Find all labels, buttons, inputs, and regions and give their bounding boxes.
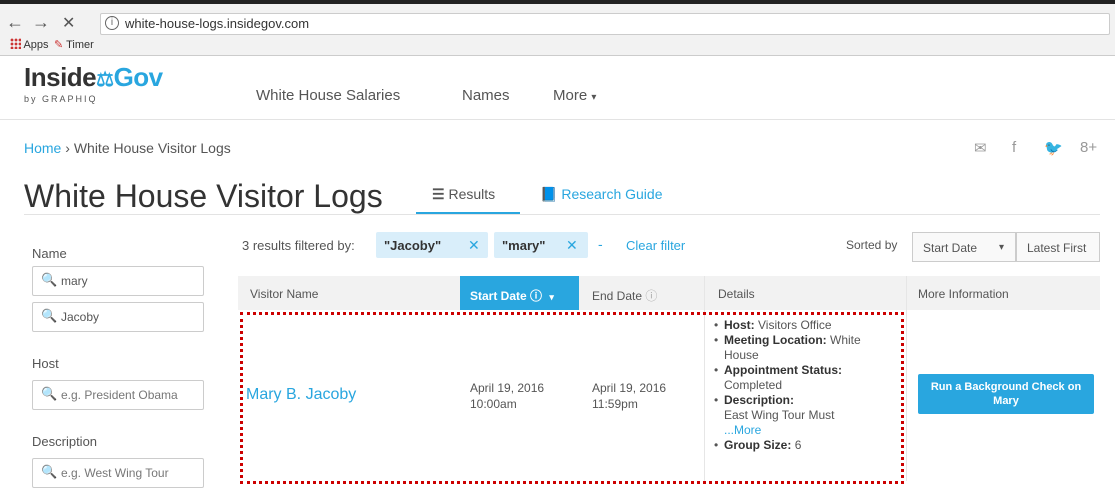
apps-grid-icon (10, 38, 21, 49)
nav-white-house-salaries[interactable]: White House Salaries (256, 87, 400, 104)
book-icon: 📘 (540, 186, 558, 202)
email-icon[interactable]: ✉ (974, 139, 987, 157)
list-icon: ☰ (432, 186, 445, 202)
scales-icon: ⚖ (96, 69, 114, 91)
search-icon: 🔍 (41, 308, 58, 323)
browser-toolbar: ← → ✕ i white-house-logs.insidegov.com (0, 4, 1115, 56)
google-plus-icon[interactable]: 8+ (1080, 139, 1097, 156)
breadcrumb: Home › White House Visitor Logs (24, 140, 231, 156)
details-cell: Host: Visitors Office Meeting Location: … (712, 318, 896, 453)
header-divider (24, 214, 1100, 215)
sort-order-button[interactable]: Latest First (1016, 232, 1100, 262)
host-filter-input[interactable]: 🔍 e.g. President Obama (32, 380, 204, 410)
name-filter-label: Name (32, 246, 67, 261)
detail-appointment-status: Appointment Status: (712, 363, 896, 378)
detail-meeting-location: Meeting Location: White (712, 333, 896, 348)
sort-field-dropdown[interactable]: Start Date ▾ (912, 232, 1016, 262)
remove-filter-icon[interactable]: ✕ (566, 237, 578, 254)
breadcrumb-home[interactable]: Home (24, 140, 61, 156)
url-text: white-house-logs.insidegov.com (125, 16, 310, 31)
detail-meeting-location-cont: House (724, 348, 759, 362)
page-title: White House Visitor Logs (24, 178, 383, 214)
tab-results[interactable]: ☰ Results (432, 186, 495, 203)
background-check-button[interactable]: Run a Background Check on Mary (918, 374, 1094, 414)
description-filter-label: Description (32, 434, 98, 449)
results-count: 3 results filtered by: (242, 238, 355, 253)
detail-more-link[interactable]: ...More (712, 423, 896, 438)
facebook-icon[interactable]: f (1012, 139, 1016, 156)
info-icon: ⓘ (530, 289, 543, 303)
address-bar[interactable]: i white-house-logs.insidegov.com (100, 13, 1110, 35)
detail-group-size: Group Size: 6 (712, 438, 896, 453)
filter-chip-mary[interactable]: "mary" ✕ (494, 232, 588, 258)
search-icon: 🔍 (41, 272, 58, 287)
info-icon[interactable]: i (105, 16, 119, 30)
stop-button[interactable]: ✕ (62, 13, 75, 33)
column-visitor-name[interactable]: Visitor Name (250, 287, 318, 301)
detail-description: Description: (712, 393, 896, 408)
forward-button[interactable]: → (32, 12, 50, 33)
column-more-information: More Information (918, 287, 1009, 301)
remove-filter-icon[interactable]: ✕ (468, 237, 480, 254)
bookmark-timer[interactable]: ✎ Timer (54, 38, 94, 51)
back-button[interactable]: ← (6, 12, 24, 33)
clear-filter-link[interactable]: Clear filter (626, 238, 685, 253)
dash-separator: - (598, 236, 603, 252)
visitor-name-link[interactable]: Mary B. Jacoby (246, 386, 356, 404)
logo-byline: by GRAPHIQ (24, 94, 98, 104)
search-icon: 🔍 (41, 386, 58, 401)
detail-appointment-status-value: Completed (724, 378, 783, 392)
site-logo[interactable]: Inside⚖Gov (24, 62, 163, 93)
sorted-by-label: Sorted by (846, 238, 898, 252)
filter-chip-jacoby[interactable]: "Jacoby" ✕ (376, 232, 488, 258)
twitter-icon[interactable]: 🐦 (1044, 139, 1063, 157)
column-details: Details (718, 287, 755, 301)
detail-host: Host: Visitors Office (712, 318, 896, 333)
name-filter-input-jacoby[interactable]: 🔍 Jacoby (32, 302, 204, 332)
caret-down-icon: ▾ (999, 242, 1005, 253)
description-filter-input[interactable]: 🔍 e.g. West Wing Tour (32, 458, 204, 488)
info-icon: ⓘ (645, 289, 658, 303)
detail-description-value: East Wing Tour Must (724, 408, 835, 422)
name-filter-input-mary[interactable]: 🔍 mary (32, 266, 204, 296)
search-icon: 🔍 (41, 464, 58, 479)
column-separator (906, 276, 907, 481)
timer-icon: ✎ (54, 39, 64, 51)
caret-down-icon: ▾ (549, 292, 554, 302)
host-filter-label: Host (32, 356, 59, 371)
breadcrumb-current: White House Visitor Logs (73, 140, 231, 156)
start-date-cell: April 19, 2016 10:00am (470, 381, 545, 411)
nav-more[interactable]: More ▾ (553, 87, 596, 104)
nav-names[interactable]: Names (462, 87, 510, 104)
end-date-cell: April 19, 2016 11:59pm (592, 381, 667, 411)
column-end-date[interactable]: End Date ⓘ (592, 287, 657, 304)
start-date-header-label[interactable]: Start Date ⓘ ▾ (470, 287, 554, 304)
tab-research-guide[interactable]: 📘 Research Guide (540, 186, 663, 203)
bookmark-apps[interactable]: Apps (10, 38, 49, 51)
caret-down-icon: ▾ (591, 92, 597, 103)
